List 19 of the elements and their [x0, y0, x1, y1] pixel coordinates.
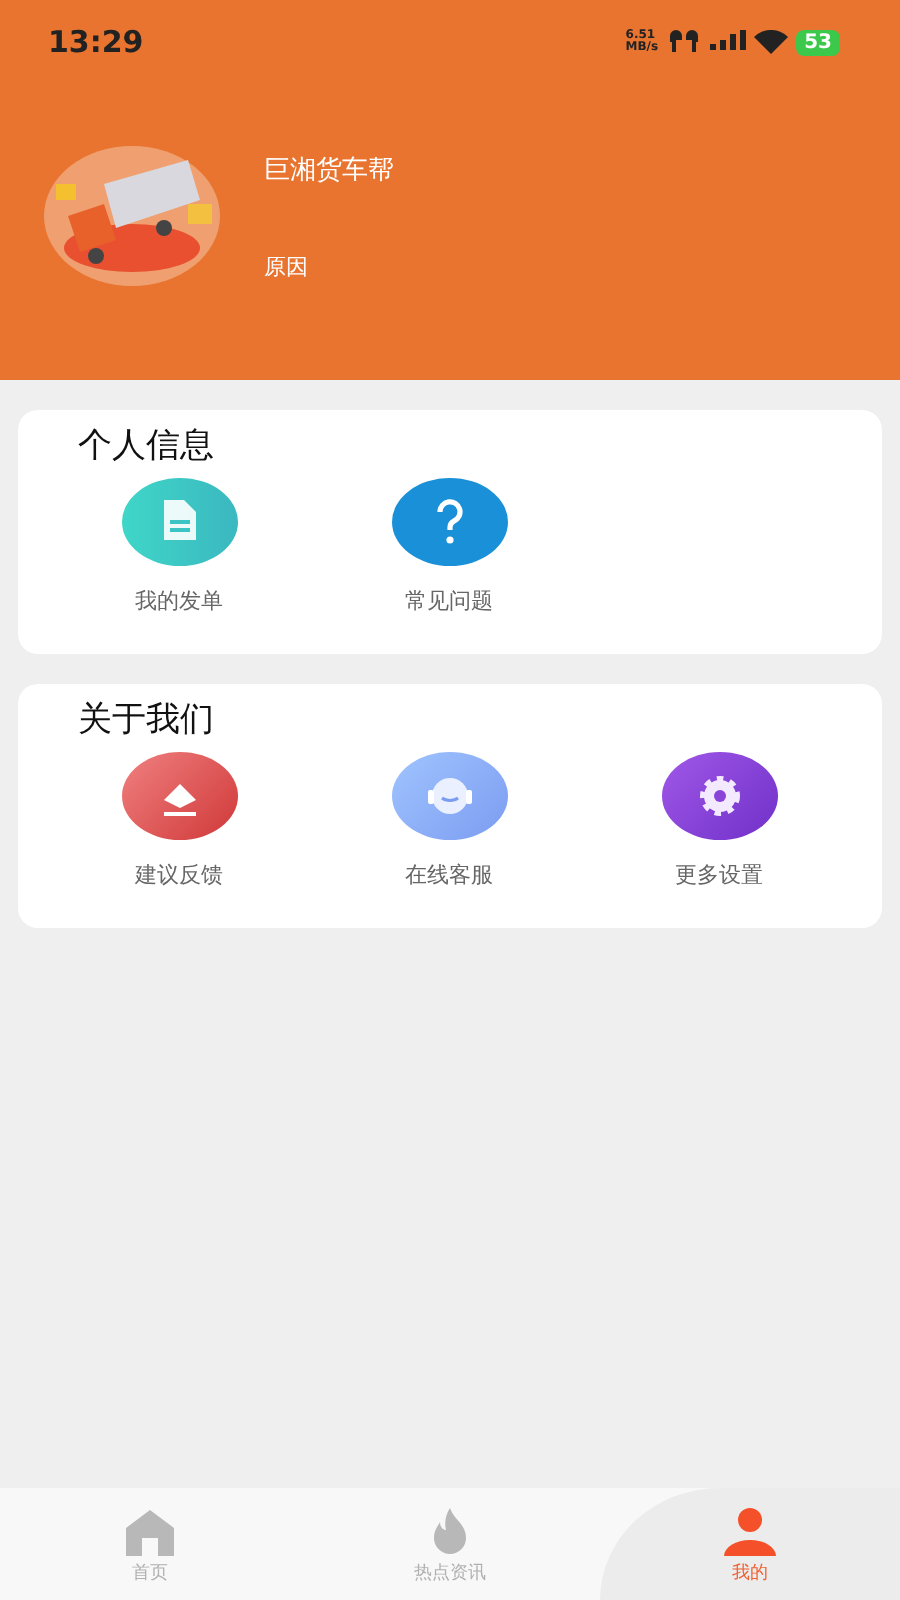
help-icon[interactable]: [391, 478, 507, 566]
profile-subtitle: 原因: [264, 251, 310, 281]
battery-indicator: 53: [796, 29, 840, 55]
document-icon[interactable]: [121, 478, 237, 566]
person-icon: [722, 1503, 778, 1555]
headset-icon[interactable]: [391, 752, 507, 840]
menu-item-label[interactable]: 我的发单: [135, 586, 223, 616]
section-title: 个人信息: [78, 424, 216, 468]
wifi-icon: [754, 30, 789, 54]
menu-item-label[interactable]: 建议反馈: [135, 860, 223, 890]
signal-icon: [710, 30, 747, 54]
menu-item-label[interactable]: 更多设置: [675, 860, 763, 890]
menu-item-label[interactable]: 常见问题: [405, 586, 493, 616]
status-time: 13:29: [48, 24, 144, 60]
app-name: 巨湘货车帮: [264, 153, 394, 187]
earbuds-icon: [666, 30, 703, 54]
settings-icon[interactable]: [661, 752, 777, 840]
section-title: 关于我们: [78, 698, 216, 742]
menu-item-label[interactable]: 在线客服: [405, 860, 493, 890]
